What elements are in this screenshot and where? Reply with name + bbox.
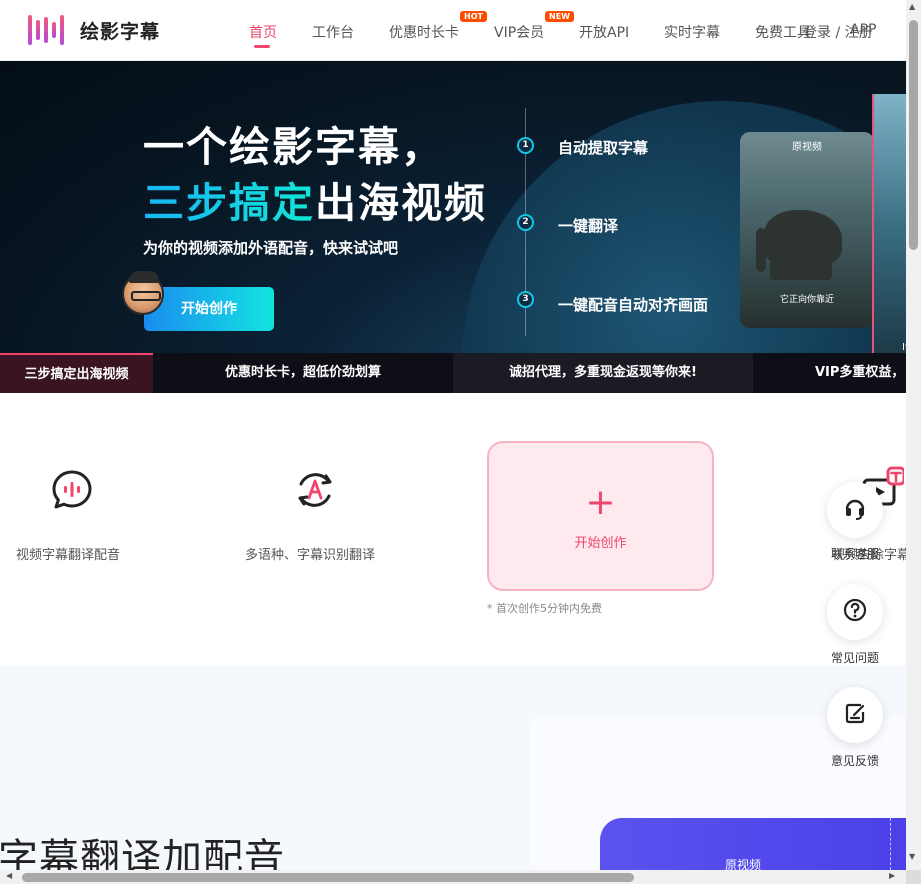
- step-2-dot: 2: [517, 214, 534, 231]
- section-title: 字幕翻译加配音: [0, 836, 285, 870]
- feedback-label[interactable]: 意见反馈: [818, 752, 892, 769]
- divider: [890, 818, 891, 870]
- customer-service-label[interactable]: 联系客服: [818, 545, 892, 562]
- feedback-icon: [842, 700, 868, 730]
- ticker-item-4[interactable]: VIP多重权益，: [753, 353, 906, 393]
- card-tag: 原视频: [792, 142, 822, 153]
- feature-label-translate: 多语种、字幕识别翻译: [245, 548, 376, 563]
- original-video-card: 原视频 它正向你靠近: [740, 132, 874, 328]
- scroll-up-icon[interactable]: ▲: [909, 2, 915, 11]
- brand-name: 绘影字幕: [80, 20, 161, 43]
- step-3-dot: 3: [517, 291, 534, 308]
- scrollbar-corner: [906, 870, 921, 884]
- headset-icon: [842, 495, 868, 525]
- nav-active-indicator: [254, 45, 270, 48]
- nav-workbench[interactable]: 工作台: [312, 22, 354, 42]
- hero-banner: 一个绘影字幕， 三步搞定出海视频 为你的视频添加外语配音，快来试试吧 开始创作 …: [0, 61, 906, 353]
- elephant-legs: [770, 260, 832, 280]
- scroll-down-icon[interactable]: ▼: [909, 852, 915, 861]
- plus-icon: +: [585, 482, 616, 523]
- start-create-card[interactable]: + 开始创作: [487, 441, 714, 591]
- question-icon: [842, 597, 868, 627]
- step-1-dot: 1: [517, 137, 534, 154]
- vertical-scrollbar[interactable]: ▲ ▼: [906, 0, 921, 870]
- ticker-item-3[interactable]: 诚招代理，多重现金返现等你来!: [453, 353, 753, 393]
- ticker-item-1[interactable]: 三步搞定出海视频: [0, 353, 153, 393]
- top-nav: 绘影字幕 首页 工作台 优惠时长卡 HOT VIP会员 NEW 开放API 实时…: [0, 0, 906, 61]
- mascot-avatar: [122, 271, 164, 315]
- elephant-image: [756, 210, 842, 272]
- customer-service-button[interactable]: [827, 482, 883, 538]
- step-1-label: 自动提取字幕: [558, 139, 649, 157]
- feedback-button[interactable]: [827, 687, 883, 743]
- hot-badge: HOT: [460, 11, 487, 22]
- translated-video-card: It: [872, 94, 906, 353]
- free-trial-note: * 首次创作5分钟内免费: [487, 602, 602, 615]
- card-caption: 它正向你靠近: [779, 295, 834, 305]
- logo-mark-icon: [28, 13, 68, 47]
- hero-title-highlight: 三步搞定: [143, 179, 315, 227]
- promo-ticker: 三步搞定出海视频 优惠时长卡，超低价劲划算 诚招代理，多重现金返现等你来! VI…: [0, 353, 906, 393]
- scroll-left-icon[interactable]: ◀: [6, 871, 12, 880]
- nav-home[interactable]: 首页: [249, 22, 277, 42]
- voice-bubble-icon[interactable]: [51, 469, 93, 515]
- faq-button[interactable]: [827, 584, 883, 640]
- horizontal-scrollbar[interactable]: ◀ ▶: [0, 870, 906, 884]
- translate-cycle-icon[interactable]: [293, 468, 337, 516]
- horizontal-scroll-thumb[interactable]: [22, 873, 634, 882]
- hero-title-line2: 三步搞定出海视频: [143, 169, 487, 229]
- nav-discount-card[interactable]: 优惠时长卡: [389, 22, 459, 42]
- original-video-tab[interactable]: 原视频: [600, 818, 906, 870]
- nav-open-api[interactable]: 开放API: [579, 22, 629, 42]
- nav-vip[interactable]: VIP会员: [494, 22, 544, 42]
- step-3-label: 一键配音自动对齐画面: [558, 296, 709, 314]
- nav-realtime-subtitle[interactable]: 实时字幕: [664, 22, 720, 42]
- hero-title-line1: 一个绘影字幕，: [143, 123, 444, 171]
- new-badge: NEW: [545, 11, 574, 22]
- feature-label-dubbing: 视频字幕翻译配音: [16, 548, 121, 563]
- ticker-item-2[interactable]: 优惠时长卡，超低价劲划算: [153, 353, 453, 393]
- hero-subtitle: 为你的视频添加外语配音，快来试试吧: [143, 239, 399, 257]
- original-video-tab-label: 原视频: [725, 858, 762, 870]
- step-2-label: 一键翻译: [558, 217, 619, 235]
- start-create-label: 开始创作: [574, 536, 627, 551]
- faq-label[interactable]: 常见问题: [818, 649, 892, 666]
- scroll-right-icon[interactable]: ▶: [889, 871, 895, 880]
- hero-title-rest: 出海视频: [315, 179, 487, 227]
- logo[interactable]: 绘影字幕: [28, 13, 160, 47]
- vertical-scroll-thumb[interactable]: [909, 20, 918, 250]
- page: 绘影字幕 首页 工作台 优惠时长卡 HOT VIP会员 NEW 开放API 实时…: [0, 0, 906, 870]
- app-link[interactable]: APP: [850, 22, 876, 38]
